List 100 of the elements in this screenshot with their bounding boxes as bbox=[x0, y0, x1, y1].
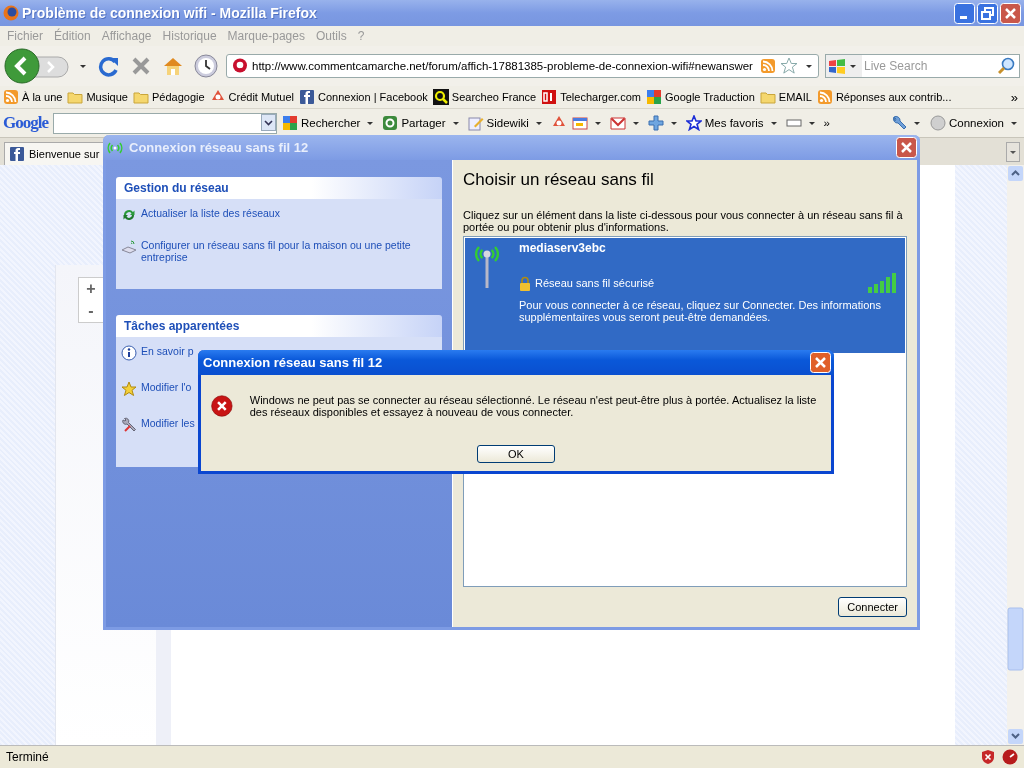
toolbar-button[interactable]: » bbox=[823, 117, 830, 129]
caret-icon[interactable] bbox=[770, 121, 777, 125]
clock-icon[interactable] bbox=[194, 54, 218, 78]
wrench-icon bbox=[891, 115, 907, 131]
site-icon bbox=[232, 58, 248, 74]
tab-list-button[interactable] bbox=[1006, 142, 1020, 162]
task-link[interactable]: Modifier les bbox=[141, 417, 195, 429]
four-square-icon bbox=[282, 115, 298, 131]
firefox-icon bbox=[3, 5, 19, 21]
padlock-icon bbox=[519, 275, 531, 291]
info-icon bbox=[121, 345, 137, 361]
status-text: Terminé bbox=[6, 750, 50, 764]
calendar-icon bbox=[571, 115, 588, 131]
search-field[interactable]: Live Search bbox=[825, 54, 1020, 78]
caret-icon[interactable] bbox=[670, 121, 677, 125]
bookmark-item[interactable]: Connexion | Facebook bbox=[299, 89, 428, 105]
windows-flag-icon bbox=[828, 58, 846, 74]
close-button[interactable] bbox=[896, 137, 917, 158]
caret-icon[interactable] bbox=[535, 121, 542, 125]
caret-icon[interactable] bbox=[367, 121, 374, 125]
folder-icon bbox=[759, 89, 776, 105]
zoom-button[interactable]: - bbox=[79, 300, 103, 322]
restore-button[interactable] bbox=[977, 2, 998, 24]
toolbar-button[interactable]: Sidewiki bbox=[486, 117, 529, 129]
caret-icon[interactable] bbox=[914, 121, 920, 125]
star-icon bbox=[121, 381, 137, 397]
bookmark-item[interactable]: EMAIL bbox=[759, 89, 812, 105]
share-icon bbox=[382, 115, 399, 131]
minimize-button[interactable] bbox=[954, 2, 975, 24]
refresh-icon bbox=[121, 207, 137, 223]
folder-icon bbox=[132, 89, 149, 105]
back-forward-buttons[interactable] bbox=[4, 48, 70, 84]
bookmark-item[interactable]: Crédit Mutuel bbox=[209, 89, 294, 105]
caret-icon[interactable] bbox=[806, 64, 812, 68]
facebook-icon bbox=[9, 146, 25, 162]
close-button[interactable] bbox=[810, 352, 831, 373]
bookmark-item[interactable]: Réponses aux contrib... bbox=[816, 89, 952, 105]
caret-icon[interactable] bbox=[1011, 121, 1017, 125]
toolbar-button[interactable]: Mes favoris bbox=[704, 117, 764, 129]
pencil-icon bbox=[467, 115, 484, 131]
google-logo: Google bbox=[3, 113, 48, 133]
bookmark-item[interactable]: Searcheo France bbox=[432, 89, 537, 105]
window-title: Problème de connexion wifi - Mozilla Firefox bbox=[22, 5, 318, 21]
toolbar-button[interactable]: Connexion bbox=[949, 117, 1004, 129]
address-field[interactable]: http://www.commentcamarche.net/forum/affich-17881385-probleme-de-connexion-wifi#newanswer bbox=[226, 54, 819, 78]
section-title: Tâches apparentées bbox=[116, 315, 442, 337]
bookmark-item[interactable]: Google Traduction bbox=[645, 89, 755, 105]
star-icon[interactable] bbox=[780, 57, 798, 75]
tools-icon bbox=[121, 417, 137, 433]
section-title: Gestion du réseau bbox=[116, 177, 442, 199]
caret-icon[interactable] bbox=[808, 121, 815, 125]
tile-logo-icon bbox=[541, 89, 558, 105]
url-text: http://www.commentcamarche.net/forum/affich-17881385-probleme-de-connexion-wifi#newanswer bbox=[252, 60, 754, 72]
shield-icon bbox=[980, 749, 996, 765]
search-field[interactable] bbox=[53, 112, 277, 134]
mail-icon bbox=[609, 115, 626, 131]
bookmark-item[interactable]: Pédagogie bbox=[132, 89, 205, 105]
facebook-icon bbox=[299, 89, 315, 105]
task-link[interactable]: Configurer un réseau sans fil pour la maison ou une petite entreprise bbox=[141, 239, 434, 263]
caret-icon[interactable] bbox=[452, 121, 459, 125]
reload-icon[interactable] bbox=[98, 55, 120, 77]
home-icon[interactable] bbox=[162, 55, 184, 77]
task-link[interactable]: Modifier l'o bbox=[141, 381, 192, 393]
caret-icon[interactable] bbox=[594, 121, 601, 125]
error-message: Windows ne peut pas se connecter au réseau sélectionné. Le réseau n'est peut-être plus à portée. Actualisez la liste des réseaux disponibles et essayez à nouveau de vous connecter. bbox=[249, 393, 818, 418]
bookmark-item[interactable]: Musique bbox=[67, 89, 128, 105]
dropdown-button[interactable] bbox=[261, 113, 276, 131]
caret-icon[interactable] bbox=[80, 64, 86, 68]
connect-button[interactable]: Connecter bbox=[838, 597, 907, 617]
bookmark-item[interactable]: À la une bbox=[3, 89, 63, 105]
toolbar-button[interactable]: Partager bbox=[401, 117, 446, 129]
four-square-icon bbox=[645, 89, 662, 105]
signal-bars-icon bbox=[867, 273, 897, 293]
star-icon bbox=[685, 115, 702, 131]
network-description: Pour vous connecter à ce réseau, cliquez sur Connecter. Des informations supplémentaires vous seront peut-être demandées. bbox=[519, 299, 882, 323]
plus-icon bbox=[647, 115, 664, 131]
zoom-button[interactable]: + bbox=[79, 278, 103, 300]
network-item[interactable]: mediaserv3ebc Réseau sans fil sécurisé Pour vous connecter à ce réseau, cliquez sur Connecter. Des informations supplémentaires vous seront peut-être demandées. bbox=[465, 238, 905, 353]
task-link[interactable]: En savoir p bbox=[141, 345, 194, 357]
bookmark-item[interactable]: Telecharger.com bbox=[541, 89, 641, 105]
security-text: Réseau sans fil sécurisé bbox=[535, 277, 656, 289]
router-icon bbox=[121, 239, 137, 255]
feed-icon bbox=[816, 89, 833, 105]
magnifier-icon bbox=[432, 89, 449, 105]
toolbar-button[interactable]: Rechercher bbox=[301, 117, 361, 129]
dialog-title: Connexion réseau sans fil 12 bbox=[203, 355, 384, 370]
heading: Choisir un réseau sans fil bbox=[463, 170, 655, 190]
ok-button[interactable]: OK bbox=[477, 445, 555, 463]
search-engine-button[interactable] bbox=[826, 55, 862, 77]
circle-icon bbox=[930, 115, 946, 131]
network-name: mediaserv3ebc bbox=[519, 241, 607, 255]
instruction-text: Cliquez sur un élément dans la liste ci-dessous pour vous connecter à un réseau sans fil à portée ou pour obtenir plus d'informations. bbox=[463, 209, 904, 233]
feed-icon bbox=[760, 58, 776, 74]
task-link[interactable]: Actualiser la liste des réseaux bbox=[141, 207, 280, 219]
more-bookmarks-button[interactable]: » bbox=[1010, 89, 1021, 105]
close-button[interactable] bbox=[1000, 2, 1021, 24]
search-icon bbox=[998, 57, 1016, 75]
gauge-icon bbox=[1002, 749, 1018, 765]
caret-icon[interactable] bbox=[632, 121, 639, 125]
folder-icon bbox=[67, 89, 84, 105]
